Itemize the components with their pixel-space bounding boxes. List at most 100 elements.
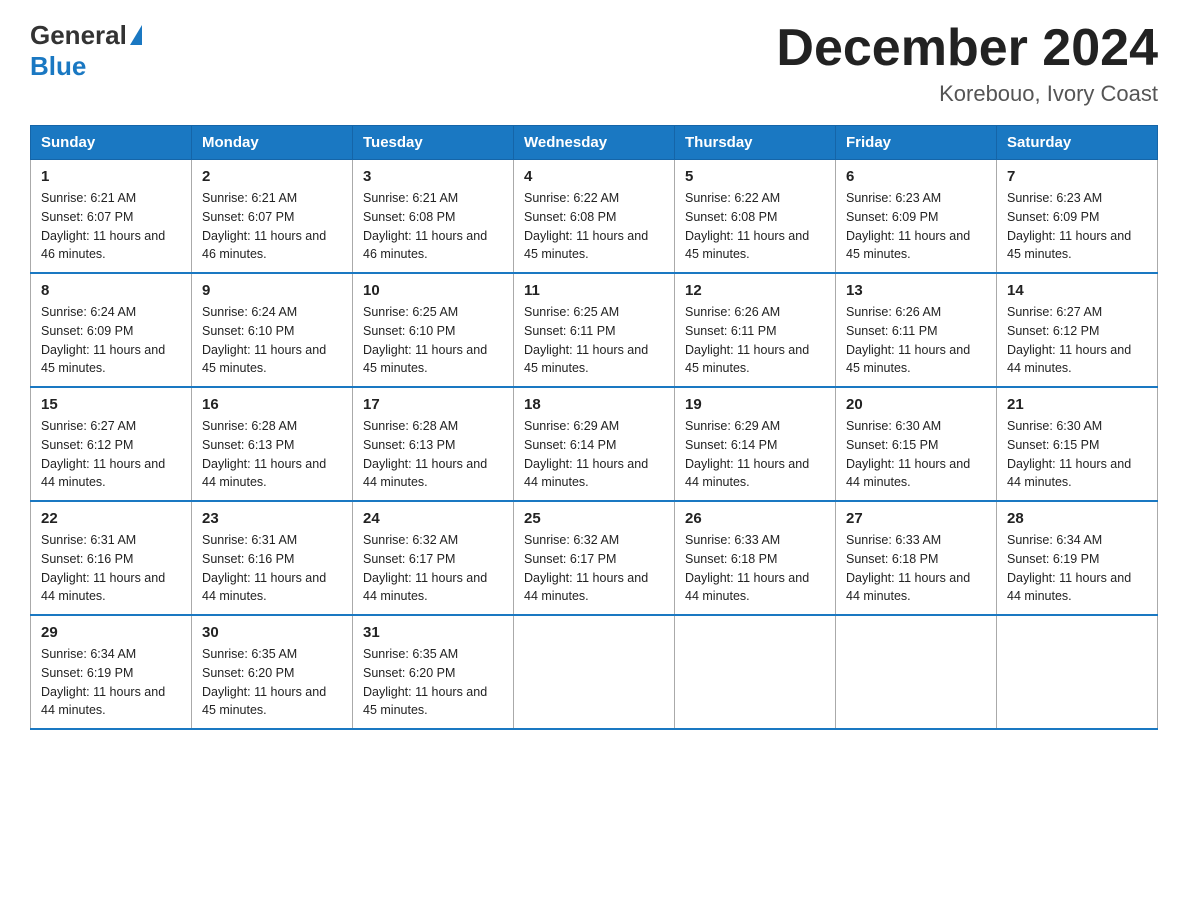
day-info: Sunrise: 6:21 AMSunset: 6:07 PMDaylight:… — [202, 189, 342, 264]
calendar-cell: 29 Sunrise: 6:34 AMSunset: 6:19 PMDayligh… — [31, 615, 192, 729]
day-info: Sunrise: 6:28 AMSunset: 6:13 PMDaylight:… — [202, 417, 342, 492]
day-number: 2 — [202, 168, 342, 185]
calendar-cell: 24Sunrise: 6:32 AMSunset: 6:17 PMDayligh… — [353, 501, 514, 615]
day-number: 30 — [202, 624, 342, 641]
calendar-table: SundayMondayTuesdayWednesdayThursdayFrid… — [30, 125, 1158, 730]
day-info: Sunrise: 6:34 AMSunset: 6:19 PMDaylight:… — [1007, 531, 1147, 606]
calendar-cell — [836, 615, 997, 729]
day-info: Sunrise: 6:35 AMSunset: 6:20 PMDaylight:… — [363, 645, 503, 720]
calendar-cell: 23 Sunrise: 6:31 AMSunset: 6:16 PMDayligh… — [192, 501, 353, 615]
calendar-cell — [997, 615, 1158, 729]
day-number: 18 — [524, 396, 664, 413]
day-info: Sunrise: 6:32 AMSunset: 6:17 PMDaylight:… — [524, 531, 664, 606]
calendar-cell: 7 Sunrise: 6:23 AMSunset: 6:09 PMDaylight… — [997, 160, 1158, 274]
day-number: 22 — [41, 510, 181, 527]
location-subtitle: Korebouo, Ivory Coast — [776, 81, 1158, 107]
day-info: Sunrise: 6:29 AMSunset: 6:14 PMDaylight:… — [685, 417, 825, 492]
day-info: Sunrise: 6:21 AMSunset: 6:08 PMDaylight:… — [363, 189, 503, 264]
calendar-cell: 25 Sunrise: 6:32 AMSunset: 6:17 PMDayligh… — [514, 501, 675, 615]
day-number: 27 — [846, 510, 986, 527]
calendar-week-row: 1Sunrise: 6:21 AMSunset: 6:07 PMDaylight… — [31, 160, 1158, 274]
day-number: 7 — [1007, 168, 1147, 185]
day-number: 3 — [363, 168, 503, 185]
day-info: Sunrise: 6:27 AMSunset: 6:12 PMDaylight:… — [1007, 303, 1147, 378]
calendar-cell: 9Sunrise: 6:24 AMSunset: 6:10 PMDaylight… — [192, 273, 353, 387]
day-info: Sunrise: 6:25 AMSunset: 6:10 PMDaylight:… — [363, 303, 503, 378]
day-info: Sunrise: 6:29 AMSunset: 6:14 PMDaylight:… — [524, 417, 664, 492]
calendar-cell: 27Sunrise: 6:33 AMSunset: 6:18 PMDayligh… — [836, 501, 997, 615]
day-info: Sunrise: 6:23 AMSunset: 6:09 PMDaylight:… — [1007, 189, 1147, 264]
day-info: Sunrise: 6:35 AMSunset: 6:20 PMDaylight:… — [202, 645, 342, 720]
day-number: 20 — [846, 396, 986, 413]
logo: General Blue — [30, 20, 142, 82]
calendar-cell: 3 Sunrise: 6:21 AMSunset: 6:08 PMDaylight… — [353, 160, 514, 274]
calendar-cell: 16 Sunrise: 6:28 AMSunset: 6:13 PMDayligh… — [192, 387, 353, 501]
day-number: 10 — [363, 282, 503, 299]
day-info: Sunrise: 6:33 AMSunset: 6:18 PMDaylight:… — [685, 531, 825, 606]
day-info: Sunrise: 6:31 AMSunset: 6:16 PMDaylight:… — [41, 531, 181, 606]
day-info: Sunrise: 6:24 AMSunset: 6:09 PMDaylight:… — [41, 303, 181, 378]
day-info: Sunrise: 6:34 AMSunset: 6:19 PMDaylight:… — [41, 645, 181, 720]
calendar-week-row: 8 Sunrise: 6:24 AMSunset: 6:09 PMDaylight… — [31, 273, 1158, 387]
calendar-cell: 13 Sunrise: 6:26 AMSunset: 6:11 PMDayligh… — [836, 273, 997, 387]
calendar-cell: 18 Sunrise: 6:29 AMSunset: 6:14 PMDayligh… — [514, 387, 675, 501]
calendar-cell — [514, 615, 675, 729]
page-title: December 2024 — [776, 20, 1158, 77]
calendar-cell: 10 Sunrise: 6:25 AMSunset: 6:10 PMDayligh… — [353, 273, 514, 387]
calendar-cell: 22 Sunrise: 6:31 AMSunset: 6:16 PMDayligh… — [31, 501, 192, 615]
day-info: Sunrise: 6:31 AMSunset: 6:16 PMDaylight:… — [202, 531, 342, 606]
column-header-friday: Friday — [836, 126, 997, 160]
day-info: Sunrise: 6:27 AMSunset: 6:12 PMDaylight:… — [41, 417, 181, 492]
calendar-cell: 30 Sunrise: 6:35 AMSunset: 6:20 PMDayligh… — [192, 615, 353, 729]
logo-general-text: General — [30, 20, 127, 51]
day-number: 21 — [1007, 396, 1147, 413]
calendar-cell: 21Sunrise: 6:30 AMSunset: 6:15 PMDayligh… — [997, 387, 1158, 501]
day-number: 5 — [685, 168, 825, 185]
day-number: 26 — [685, 510, 825, 527]
calendar-cell: 28 Sunrise: 6:34 AMSunset: 6:19 PMDayligh… — [997, 501, 1158, 615]
day-info: Sunrise: 6:22 AMSunset: 6:08 PMDaylight:… — [685, 189, 825, 264]
calendar-cell: 1Sunrise: 6:21 AMSunset: 6:07 PMDaylight… — [31, 160, 192, 274]
day-number: 29 — [41, 624, 181, 641]
day-number: 12 — [685, 282, 825, 299]
calendar-cell: 4Sunrise: 6:22 AMSunset: 6:08 PMDaylight… — [514, 160, 675, 274]
column-header-wednesday: Wednesday — [514, 126, 675, 160]
day-number: 15 — [41, 396, 181, 413]
day-number: 13 — [846, 282, 986, 299]
column-header-monday: Monday — [192, 126, 353, 160]
column-header-thursday: Thursday — [675, 126, 836, 160]
calendar-cell: 12 Sunrise: 6:26 AMSunset: 6:11 PMDayligh… — [675, 273, 836, 387]
day-number: 25 — [524, 510, 664, 527]
day-number: 16 — [202, 396, 342, 413]
calendar-cell: 26 Sunrise: 6:33 AMSunset: 6:18 PMDayligh… — [675, 501, 836, 615]
day-number: 8 — [41, 282, 181, 299]
logo-triangle-icon — [130, 25, 142, 45]
title-area: December 2024 Korebouo, Ivory Coast — [776, 20, 1158, 107]
day-info: Sunrise: 6:21 AMSunset: 6:07 PMDaylight:… — [41, 189, 181, 264]
calendar-cell: 15 Sunrise: 6:27 AMSunset: 6:12 PMDayligh… — [31, 387, 192, 501]
calendar-cell: 31 Sunrise: 6:35 AMSunset: 6:20 PMDayligh… — [353, 615, 514, 729]
calendar-week-row: 22 Sunrise: 6:31 AMSunset: 6:16 PMDayligh… — [31, 501, 1158, 615]
day-info: Sunrise: 6:26 AMSunset: 6:11 PMDaylight:… — [685, 303, 825, 378]
day-number: 28 — [1007, 510, 1147, 527]
calendar-cell: 17Sunrise: 6:28 AMSunset: 6:13 PMDayligh… — [353, 387, 514, 501]
day-info: Sunrise: 6:32 AMSunset: 6:17 PMDaylight:… — [363, 531, 503, 606]
day-info: Sunrise: 6:26 AMSunset: 6:11 PMDaylight:… — [846, 303, 986, 378]
calendar-cell: 6Sunrise: 6:23 AMSunset: 6:09 PMDaylight… — [836, 160, 997, 274]
calendar-cell — [675, 615, 836, 729]
day-number: 31 — [363, 624, 503, 641]
day-info: Sunrise: 6:22 AMSunset: 6:08 PMDaylight:… — [524, 189, 664, 264]
day-info: Sunrise: 6:30 AMSunset: 6:15 PMDaylight:… — [846, 417, 986, 492]
calendar-week-row: 29 Sunrise: 6:34 AMSunset: 6:19 PMDayligh… — [31, 615, 1158, 729]
day-number: 11 — [524, 282, 664, 299]
day-number: 23 — [202, 510, 342, 527]
day-number: 19 — [685, 396, 825, 413]
day-number: 9 — [202, 282, 342, 299]
column-header-saturday: Saturday — [997, 126, 1158, 160]
column-header-sunday: Sunday — [31, 126, 192, 160]
calendar-cell: 11Sunrise: 6:25 AMSunset: 6:11 PMDayligh… — [514, 273, 675, 387]
day-number: 17 — [363, 396, 503, 413]
calendar-cell: 19 Sunrise: 6:29 AMSunset: 6:14 PMDayligh… — [675, 387, 836, 501]
calendar-week-row: 15 Sunrise: 6:27 AMSunset: 6:12 PMDayligh… — [31, 387, 1158, 501]
day-info: Sunrise: 6:23 AMSunset: 6:09 PMDaylight:… — [846, 189, 986, 264]
